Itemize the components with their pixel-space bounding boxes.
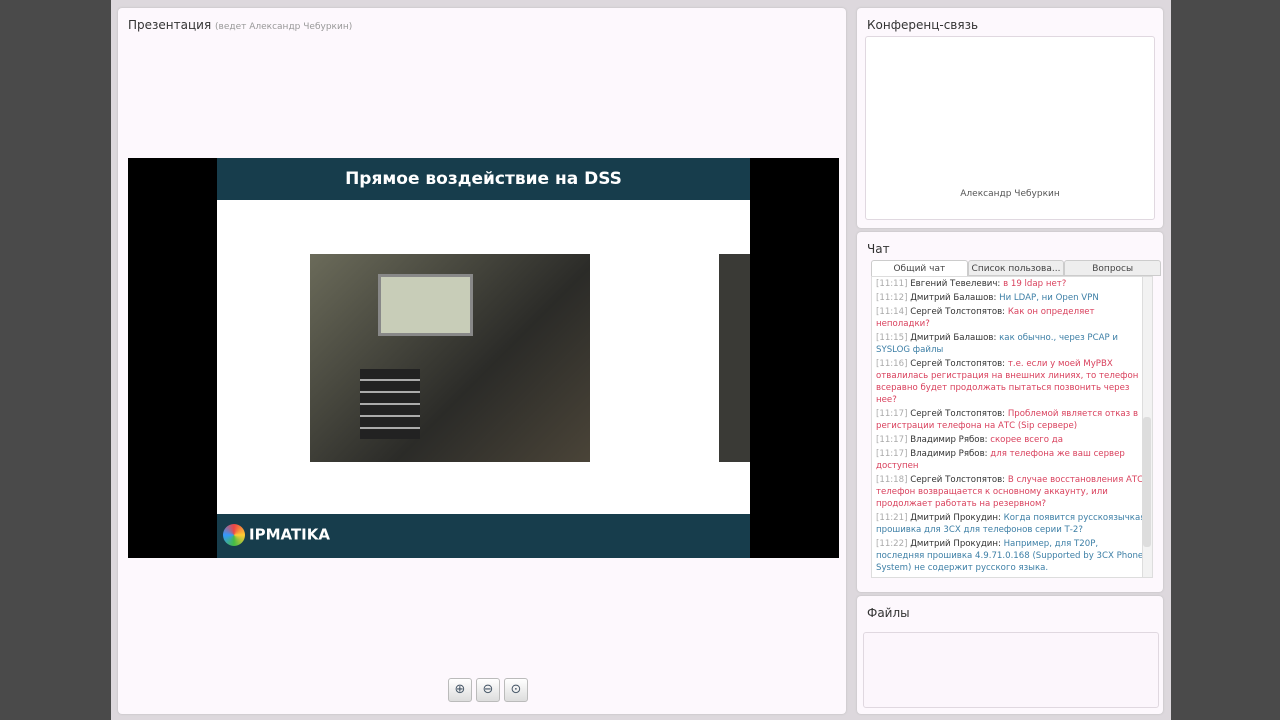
phone-photo-partial — [719, 254, 750, 462]
message-time: [11:17] — [876, 449, 908, 459]
chat-message: [11:22] Дмитрий Балашов: Сергей Толстопя… — [876, 576, 1148, 578]
presentation-title: Презентация — [128, 18, 212, 32]
files-title: Файлы — [867, 606, 910, 620]
chat-message: [11:11] Евгений Тевелевич: в 19 ldap нет… — [876, 278, 1148, 290]
message-author: Сергей Толстопятов: — [910, 359, 1006, 369]
chat-message: [11:16] Сергей Толстопятов: т.е. если у … — [876, 358, 1148, 406]
tab-user-list[interactable]: Список пользова... — [967, 260, 1065, 276]
message-author: Сергей Толстопятов: — [910, 307, 1006, 317]
message-time: [11:14] — [876, 307, 908, 317]
tab-questions[interactable]: Вопросы — [1064, 260, 1162, 276]
phone-photo — [310, 254, 590, 462]
message-author: Сергей Толстопятов: — [910, 475, 1006, 485]
chat-message: [11:15] Дмитрий Балашов: как обычно., че… — [876, 332, 1148, 356]
chat-message: [11:22] Дмитрий Прокудин: Например, для … — [876, 538, 1148, 574]
chat-message: [11:12] Дмитрий Балашов: Ни LDAP, ни Ope… — [876, 292, 1148, 304]
zoom-in-button[interactable]: ⊕ — [448, 678, 472, 702]
zoom-out-button[interactable]: ⊖ — [476, 678, 500, 702]
slide-footer: IPMATIKA — [217, 514, 750, 558]
message-author: Владимир Рябов: — [910, 449, 988, 459]
message-time: [11:22] — [876, 577, 907, 578]
presentation-panel: Презентация (ведет Александр Чебуркин) П… — [118, 8, 846, 714]
message-author: Дмитрий Балашов: — [910, 293, 997, 303]
presenter-label: (ведет Александр Чебуркин) — [215, 22, 353, 32]
chat-tabs: Общий чат Список пользова... Вопросы — [871, 260, 1162, 276]
files-list — [863, 632, 1159, 708]
message-author: Дмитрий Балашов: — [910, 577, 996, 578]
conference-title: Конференц-связь — [867, 18, 979, 32]
conference-panel: Конференц-связь Александр Чебуркин — [857, 8, 1163, 228]
message-time: [11:17] — [876, 409, 908, 419]
message-time: [11:16] — [876, 359, 908, 369]
slide: Прямое воздействие на DSS IPMATIKA — [217, 158, 750, 558]
slide-title: Прямое воздействие на DSS — [217, 158, 750, 200]
message-text: Сергей Толстопятов: Телефон обратно пере… — [876, 577, 1137, 578]
message-time: [11:15] — [876, 333, 908, 343]
chat-message: [11:18] Сергей Толстопятов: В случае вос… — [876, 474, 1148, 510]
tab-general-chat[interactable]: Общий чат — [871, 260, 968, 276]
message-text: в 19 ldap нет? — [1003, 279, 1067, 289]
chat-message: [11:21] Дмитрий Прокудин: Когда появится… — [876, 512, 1148, 536]
chat-messages: [11:11] Евгений Тевелевич: в 19 ldap нет… — [871, 276, 1153, 578]
message-author: Сергей Толстопятов: — [910, 409, 1006, 419]
participant-name: Александр Чебуркин — [960, 189, 1060, 199]
zoom-controls: ⊕ ⊖ ⊙ — [448, 678, 528, 702]
scrollbar-thumb[interactable] — [1143, 417, 1151, 547]
message-time: [11:21] — [876, 513, 908, 523]
message-author: Дмитрий Прокудин: — [910, 539, 1001, 549]
chat-message: [11:14] Сергей Толстопятов: Как он опред… — [876, 306, 1148, 330]
message-author: Дмитрий Прокудин: — [910, 513, 1001, 523]
chat-message: [11:17] Сергей Толстопятов: Проблемой яв… — [876, 408, 1148, 432]
message-time: [11:22] — [876, 539, 908, 549]
message-author: Владимир Рябов: — [910, 435, 988, 445]
message-time: [11:12] — [876, 293, 908, 303]
chat-message: [11:17] Владимир Рябов: для телефона же … — [876, 448, 1148, 472]
chat-scrollbar[interactable] — [1142, 277, 1152, 577]
slide-viewer: Прямое воздействие на DSS IPMATIKA — [128, 158, 839, 558]
zoom-reset-button[interactable]: ⊙ — [504, 678, 528, 702]
message-text: Ни LDAP, ни Open VPN — [999, 293, 1099, 303]
video-area: Александр Чебуркин — [865, 36, 1155, 220]
chat-panel: Чат Общий чат Список пользова... Вопросы… — [857, 232, 1163, 592]
message-text: скорее всего да — [990, 435, 1063, 445]
logo-icon — [223, 524, 245, 546]
message-time: [11:17] — [876, 435, 908, 445]
message-time: [11:18] — [876, 475, 908, 485]
message-time: [11:11] — [876, 279, 908, 289]
files-panel: Файлы — [857, 596, 1163, 714]
app: Презентация (ведет Александр Чебуркин) П… — [111, 0, 1171, 720]
chat-title: Чат — [867, 242, 890, 256]
chat-message: [11:17] Владимир Рябов: скорее всего да — [876, 434, 1148, 446]
message-author: Дмитрий Балашов: — [910, 333, 997, 343]
presentation-header: Презентация (ведет Александр Чебуркин) — [128, 18, 352, 32]
message-author: Евгений Тевелевич: — [910, 279, 1001, 289]
logo-text: IPMATIKA — [249, 525, 330, 544]
